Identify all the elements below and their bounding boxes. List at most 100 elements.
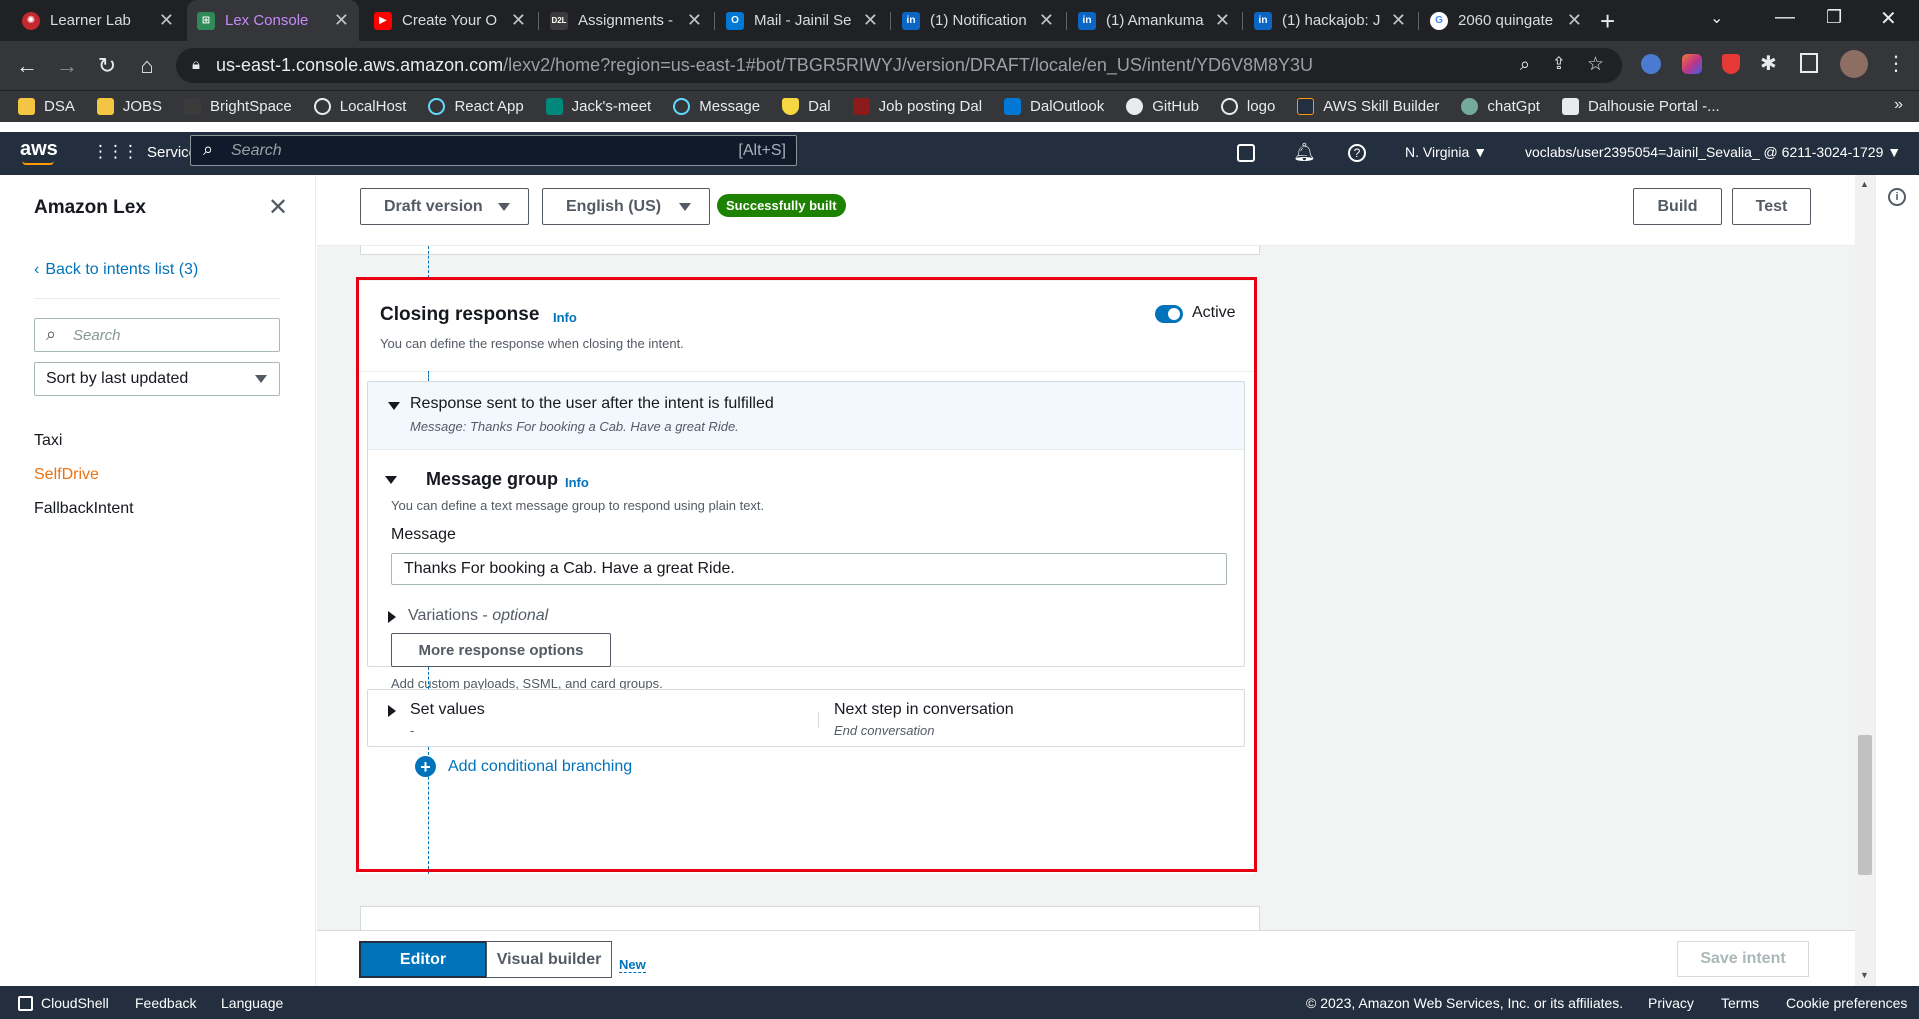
editor-button[interactable]: Editor	[359, 941, 487, 978]
tab-search-icon[interactable]: ⌄	[1710, 8, 1723, 28]
bookmark-github[interactable]: GitHub	[1126, 98, 1199, 115]
notifications-bell-icon[interactable]: 🔔︎	[1293, 142, 1316, 163]
back-to-intents-link[interactable]: ‹ Back to intents list (3)	[34, 261, 198, 279]
bookmark-daloutlook[interactable]: DalOutlook	[1004, 98, 1104, 115]
build-button[interactable]: Build	[1633, 188, 1722, 225]
copyright-text: © 2023, Amazon Web Services, Inc. or its…	[1306, 995, 1624, 1011]
intent-search-input[interactable]: ⌕ Search	[34, 318, 280, 352]
new-tab-icon[interactable]: +	[1600, 6, 1615, 37]
test-button[interactable]: Test	[1732, 188, 1811, 225]
bookmark-brightspace[interactable]: BrightSpace	[184, 98, 292, 115]
back-arrow-icon[interactable]: ←	[12, 51, 42, 81]
browser-toolbar: ← → ↻ ⌂ 🔒︎ us-east-1.console.aws.amazon.…	[0, 41, 1919, 90]
close-icon[interactable]: ✕	[1039, 10, 1054, 31]
avatar[interactable]	[1840, 50, 1868, 78]
minimize-icon[interactable]: —	[1775, 6, 1795, 29]
grid-icon: ⋮⋮⋮	[92, 142, 139, 161]
close-icon[interactable]: ✕	[1391, 10, 1406, 31]
window-close-icon[interactable]: ✕	[1880, 6, 1897, 31]
aws-logo[interactable]: aws	[20, 138, 58, 161]
bookmark-jobs[interactable]: JOBS	[96, 98, 162, 115]
menu-icon[interactable]: ⋮	[1886, 51, 1906, 76]
tab-linkedin-hackajob[interactable]: in (1) hackajob: J ✕	[1244, 0, 1416, 41]
sort-select[interactable]: Sort by last updated	[34, 362, 280, 396]
close-icon[interactable]: ✕	[159, 10, 174, 31]
dal-icon	[852, 98, 870, 115]
tab-google[interactable]: G 2060 quingate ✕	[1420, 0, 1592, 41]
close-icon[interactable]: ✕	[268, 193, 288, 222]
address-bar[interactable]: 🔒︎ us-east-1.console.aws.amazon.com/lexv…	[176, 48, 1622, 83]
visual-builder-button[interactable]: Visual builder	[486, 941, 612, 978]
terms-link[interactable]: Terms	[1721, 995, 1759, 1011]
privacy-link[interactable]: Privacy	[1648, 995, 1694, 1011]
language-link[interactable]: Language	[221, 995, 283, 1011]
back-link-label: Back to intents list (3)	[45, 261, 199, 278]
tab-mail[interactable]: O Mail - Jainil Se ✕	[716, 0, 888, 41]
language-select[interactable]: English (US)	[542, 188, 710, 225]
version-value: Draft version	[384, 197, 483, 215]
bookmark-star-icon[interactable]: ☆	[1587, 53, 1604, 76]
reload-icon[interactable]: ↻	[92, 51, 122, 81]
close-icon[interactable]: ✕	[1215, 10, 1230, 31]
bookmark-label: chatGpt	[1487, 98, 1540, 115]
tab-linkedin-amankuma[interactable]: in (1) Amankuma ✕	[1068, 0, 1240, 41]
zoom-icon[interactable]: ⌕	[1520, 54, 1530, 75]
caret-down-icon	[255, 375, 267, 383]
intent-item-taxi[interactable]: Taxi	[34, 432, 62, 450]
account-menu[interactable]: voclabs/user2395054=Jainil_Sevalia_ @ 62…	[1525, 144, 1901, 160]
sidepanel-icon[interactable]	[1800, 53, 1818, 73]
aws-search-input[interactable]: ⌕ Search [Alt+S]	[190, 135, 797, 166]
extension-icon[interactable]	[1641, 54, 1661, 74]
bookmark-message[interactable]: Message	[673, 98, 760, 115]
new-badge: New	[619, 957, 646, 973]
bookmark-job-posting-dal[interactable]: Job posting Dal	[852, 98, 982, 115]
tab-linkedin-notifications[interactable]: in (1) Notification ✕	[892, 0, 1064, 41]
scrollbar-thumb[interactable]	[1858, 735, 1872, 875]
home-icon[interactable]: ⌂	[132, 51, 162, 81]
forward-arrow-icon[interactable]: →	[52, 51, 82, 81]
tab-assignments[interactable]: D2L Assignments - ✕	[540, 0, 712, 41]
close-icon[interactable]: ✕	[687, 10, 702, 31]
intent-item-selfdrive[interactable]: SelfDrive	[34, 466, 99, 484]
bookmark-react-app[interactable]: React App	[428, 98, 524, 115]
bookmark-dalhousie-portal[interactable]: Dalhousie Portal -...	[1561, 98, 1720, 115]
extension-icon[interactable]	[1682, 54, 1702, 74]
bookmark-logo[interactable]: logo	[1220, 98, 1275, 115]
puzzle-icon[interactable]: ✱	[1760, 51, 1777, 76]
save-intent-button[interactable]: Save intent	[1677, 941, 1809, 977]
scroll-up-icon[interactable]: ▲	[1860, 179, 1869, 189]
more-bookmarks-icon[interactable]: »	[1894, 96, 1903, 114]
services-menu[interactable]: ⋮⋮⋮ Services	[92, 142, 205, 162]
scrollbar[interactable]: ▲ ▼	[1855, 175, 1875, 986]
close-icon[interactable]: ✕	[511, 10, 526, 31]
tab-youtube[interactable]: ▶ Create Your O ✕	[364, 0, 536, 41]
tab-title: (1) hackajob: J	[1282, 12, 1381, 29]
close-icon[interactable]: ✕	[863, 10, 878, 31]
intent-item-fallbackintent[interactable]: FallbackIntent	[34, 500, 134, 518]
shield-extension-icon[interactable]	[1722, 54, 1740, 74]
bookmark-localhost[interactable]: LocalHost	[313, 98, 406, 115]
feedback-link[interactable]: Feedback	[135, 995, 196, 1011]
bookmark-dal[interactable]: Dal	[782, 98, 831, 115]
bookmark-aws-skill-builder[interactable]: AWS Skill Builder	[1297, 98, 1439, 115]
cloudshell-icon[interactable]	[1237, 144, 1255, 162]
restore-icon[interactable]: ❐	[1826, 7, 1842, 28]
share-icon[interactable]: ⇪	[1552, 54, 1566, 74]
bookmark-chatgpt[interactable]: chatGpt	[1461, 98, 1540, 115]
linkedin-icon: in	[1254, 11, 1272, 30]
url-text: us-east-1.console.aws.amazon.com/lexv2/h…	[216, 55, 1313, 76]
tab-lex-console[interactable]: ⊞ Lex Console ✕	[187, 0, 359, 41]
help-icon[interactable]: ?	[1348, 144, 1366, 162]
tab-learner-lab[interactable]: ✺ Learner Lab ✕	[12, 0, 184, 41]
close-icon[interactable]: ✕	[334, 10, 349, 31]
cloudshell-link[interactable]: CloudShell	[18, 995, 109, 1011]
scroll-down-icon[interactable]: ▼	[1860, 970, 1869, 980]
bookmark-jacks-meet[interactable]: Jack's-meet	[545, 98, 651, 115]
region-selector[interactable]: N. Virginia ▼	[1405, 144, 1487, 160]
version-select[interactable]: Draft version	[360, 188, 529, 225]
bookmark-dsa[interactable]: DSA	[18, 98, 75, 115]
info-icon[interactable]: i	[1888, 188, 1906, 206]
cloudshell-icon	[18, 995, 33, 1011]
cookie-preferences-link[interactable]: Cookie preferences	[1786, 995, 1907, 1011]
close-icon[interactable]: ✕	[1567, 10, 1582, 31]
